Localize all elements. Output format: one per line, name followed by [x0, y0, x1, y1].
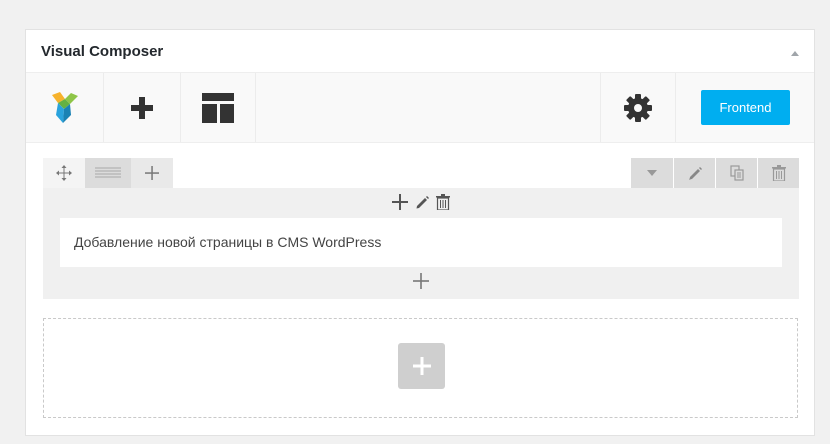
collapse-toggle-icon[interactable] [790, 45, 800, 56]
visual-composer-panel: Visual Composer Frontend Добавление ново… [25, 29, 815, 436]
row-layout-icon [95, 167, 121, 178]
row-body: Добавление новой страницы в CMS WordPres… [43, 188, 799, 299]
caret-down-icon [647, 170, 657, 176]
gear-icon [624, 93, 652, 122]
text-block-element[interactable]: Добавление новой страницы в CMS WordPres… [60, 218, 782, 267]
pencil-icon [688, 167, 702, 180]
column-add-button[interactable] [392, 194, 408, 210]
column-controls [392, 191, 450, 213]
trash-icon [436, 194, 450, 210]
templates-button[interactable] [180, 73, 256, 142]
column-bottom-add-button[interactable] [413, 273, 429, 289]
text-block-content: Добавление новой страницы в CMS WordPres… [74, 234, 382, 250]
add-row-button[interactable] [398, 343, 445, 389]
vc-logo-button[interactable] [26, 73, 103, 142]
row-toggle-button[interactable] [631, 158, 673, 188]
vc-logo-icon [51, 91, 78, 123]
column-delete-button[interactable] [436, 194, 450, 210]
row-controls-right [631, 158, 799, 188]
trash-icon [771, 165, 786, 181]
row-controls-left [43, 158, 173, 188]
plus-icon [392, 194, 408, 210]
move-arrows-icon [56, 165, 72, 181]
panel-header: Visual Composer [26, 30, 814, 73]
layout-template-icon [202, 92, 234, 123]
add-row-placeholder [43, 318, 798, 418]
frontend-button[interactable]: Frontend [701, 90, 790, 125]
row-edit-button[interactable] [674, 158, 715, 188]
row-clone-button[interactable] [716, 158, 757, 188]
row-move-handle[interactable] [43, 158, 85, 188]
add-element-button[interactable] [103, 73, 180, 142]
plus-icon [412, 357, 431, 375]
plus-icon [413, 273, 429, 289]
clone-icon [729, 165, 744, 181]
content-row: Добавление новой страницы в CMS WordPres… [43, 158, 799, 299]
plus-icon [131, 96, 153, 119]
panel-title: Visual Composer [41, 43, 164, 60]
row-add-column-button[interactable] [131, 158, 173, 188]
plus-icon [145, 166, 159, 180]
pencil-icon [416, 196, 429, 209]
settings-button[interactable] [600, 73, 676, 142]
row-layout-button[interactable] [85, 158, 131, 188]
composer-toolbar: Frontend [26, 73, 814, 143]
row-delete-button[interactable] [758, 158, 799, 188]
column-edit-button[interactable] [414, 194, 430, 210]
